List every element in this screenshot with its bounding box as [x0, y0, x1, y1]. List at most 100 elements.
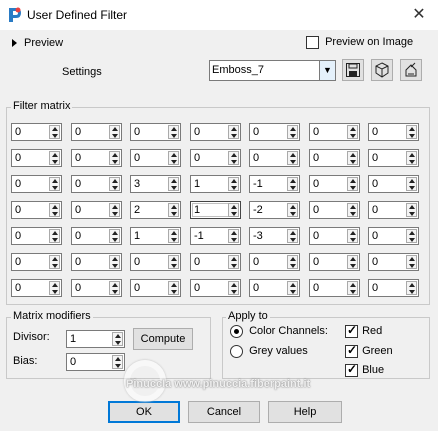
matrix-cell[interactable]: 0: [309, 279, 360, 297]
matrix-cell-value[interactable]: 0: [75, 178, 81, 190]
matrix-cell-value[interactable]: -1: [194, 230, 204, 242]
matrix-cell-value[interactable]: 0: [134, 282, 140, 294]
matrix-cell-value[interactable]: 0: [313, 256, 319, 268]
matrix-cell-value[interactable]: 0: [313, 178, 319, 190]
spinner-icon[interactable]: [49, 151, 60, 165]
matrix-cell-value[interactable]: 1: [194, 178, 200, 190]
spinner-icon[interactable]: [109, 177, 120, 191]
close-button[interactable]: ✕: [404, 2, 434, 28]
color-channels-radio[interactable]: Color Channels:: [230, 325, 328, 338]
matrix-cell-value[interactable]: 0: [75, 256, 81, 268]
matrix-cell-value[interactable]: 0: [75, 282, 81, 294]
spinner-icon[interactable]: [228, 203, 239, 217]
matrix-cell[interactable]: 2: [130, 201, 181, 219]
spinner-icon[interactable]: [287, 203, 298, 217]
matrix-cell[interactable]: 0: [309, 149, 360, 167]
spinner-icon[interactable]: [228, 229, 239, 243]
spinner-icon[interactable]: [287, 281, 298, 295]
matrix-cell[interactable]: 0: [11, 123, 62, 141]
spinner-icon[interactable]: [406, 151, 417, 165]
preview-on-image-box[interactable]: [306, 36, 319, 49]
matrix-cell[interactable]: 0: [368, 123, 419, 141]
spinner-icon[interactable]: [228, 151, 239, 165]
spinner-icon[interactable]: [168, 125, 179, 139]
matrix-cell-value[interactable]: 0: [253, 126, 259, 138]
matrix-cell[interactable]: 0: [71, 149, 122, 167]
matrix-cell-value[interactable]: 2: [134, 204, 140, 216]
spinner-icon[interactable]: [347, 255, 358, 269]
matrix-cell-value[interactable]: 0: [15, 282, 21, 294]
matrix-cell[interactable]: 0: [11, 253, 62, 271]
blue-checkbox-box[interactable]: [345, 362, 358, 377]
spinner-icon[interactable]: [49, 281, 60, 295]
matrix-cell[interactable]: 0: [130, 253, 181, 271]
matrix-cell[interactable]: 0: [249, 123, 300, 141]
matrix-cell-value[interactable]: 3: [134, 178, 140, 190]
spinner-icon[interactable]: [168, 151, 179, 165]
spinner-icon[interactable]: [347, 281, 358, 295]
matrix-cell[interactable]: 0: [130, 123, 181, 141]
matrix-cell-value[interactable]: 0: [134, 256, 140, 268]
bias-value[interactable]: 0: [70, 356, 76, 368]
color-channels-radio-dot[interactable]: [230, 325, 243, 338]
matrix-cell[interactable]: 0: [309, 201, 360, 219]
matrix-cell-value[interactable]: 0: [134, 126, 140, 138]
spinner-icon[interactable]: [228, 125, 239, 139]
grey-values-radio[interactable]: Grey values: [230, 345, 308, 358]
spinner-icon[interactable]: [109, 255, 120, 269]
spinner-icon[interactable]: [109, 229, 120, 243]
spinner-icon[interactable]: [347, 203, 358, 217]
matrix-cell[interactable]: 0: [368, 201, 419, 219]
matrix-cell[interactable]: 0: [190, 123, 241, 141]
spinner-icon[interactable]: [109, 151, 120, 165]
spinner-icon[interactable]: [287, 229, 298, 243]
matrix-cell-value[interactable]: 0: [15, 204, 21, 216]
spinner-icon[interactable]: [49, 177, 60, 191]
matrix-cell[interactable]: 0: [11, 149, 62, 167]
matrix-cell-value[interactable]: 1: [134, 230, 140, 242]
spinner-icon[interactable]: [168, 203, 179, 217]
red-channel-checkbox[interactable]: Red: [345, 323, 382, 338]
matrix-cell[interactable]: 0: [309, 123, 360, 141]
matrix-cell-value[interactable]: 1: [194, 204, 200, 216]
spinner-icon[interactable]: [406, 281, 417, 295]
matrix-cell-value[interactable]: 0: [75, 126, 81, 138]
spinner-icon[interactable]: [406, 125, 417, 139]
matrix-cell[interactable]: 1: [190, 175, 241, 193]
matrix-cell-value[interactable]: 0: [313, 282, 319, 294]
spinner-icon[interactable]: [347, 125, 358, 139]
spinner-icon[interactable]: [168, 177, 179, 191]
divisor-spinbox[interactable]: 1: [66, 330, 125, 348]
matrix-cell[interactable]: 0: [11, 227, 62, 245]
matrix-cell-value[interactable]: 0: [15, 178, 21, 190]
matrix-cell[interactable]: 0: [130, 149, 181, 167]
spinner-icon[interactable]: [168, 255, 179, 269]
matrix-cell-value[interactable]: 0: [253, 282, 259, 294]
matrix-cell-value[interactable]: 0: [15, 256, 21, 268]
matrix-cell[interactable]: 0: [71, 227, 122, 245]
spinner-icon[interactable]: [287, 255, 298, 269]
matrix-cell[interactable]: -1: [249, 175, 300, 193]
divisor-value[interactable]: 1: [70, 333, 76, 345]
matrix-cell[interactable]: 0: [11, 175, 62, 193]
matrix-cell[interactable]: 0: [249, 279, 300, 297]
spinner-icon[interactable]: [49, 203, 60, 217]
matrix-cell-value[interactable]: 0: [194, 282, 200, 294]
spinner-icon[interactable]: [347, 177, 358, 191]
spinner-icon[interactable]: [287, 177, 298, 191]
matrix-cell-value[interactable]: 0: [313, 204, 319, 216]
matrix-cell-value[interactable]: -1: [253, 178, 263, 190]
matrix-cell[interactable]: 0: [309, 253, 360, 271]
spinner-icon[interactable]: [228, 177, 239, 191]
matrix-cell[interactable]: 0: [368, 227, 419, 245]
matrix-cell[interactable]: 0: [190, 253, 241, 271]
matrix-cell[interactable]: 0: [190, 149, 241, 167]
matrix-cell-value[interactable]: 0: [194, 152, 200, 164]
spinner-icon[interactable]: [49, 125, 60, 139]
ok-button[interactable]: OK: [108, 401, 180, 423]
matrix-cell[interactable]: 0: [309, 175, 360, 193]
matrix-cell[interactable]: 0: [368, 279, 419, 297]
matrix-cell[interactable]: 0: [309, 227, 360, 245]
matrix-cell-value[interactable]: 0: [15, 126, 21, 138]
matrix-cell-value[interactable]: -2: [253, 204, 263, 216]
